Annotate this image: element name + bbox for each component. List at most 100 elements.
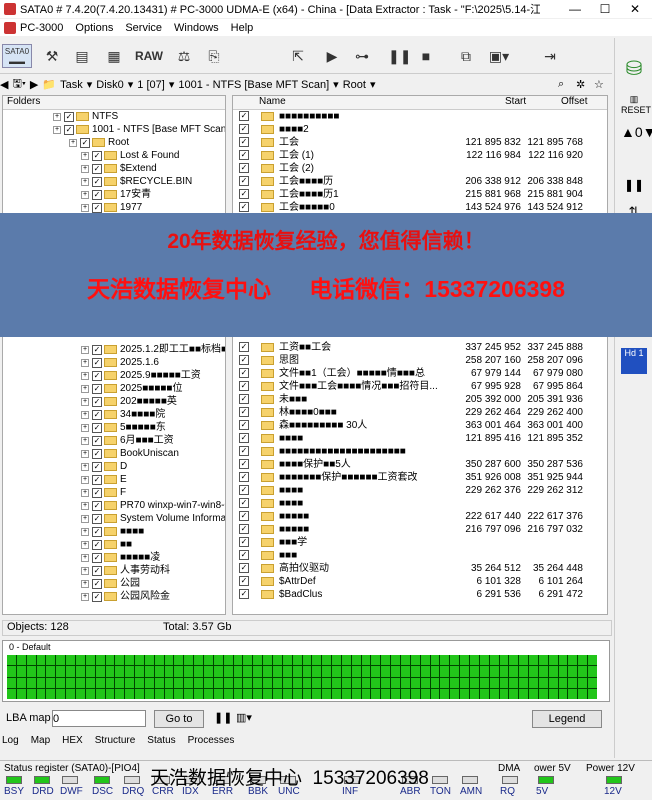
file-row[interactable]: ✓ 未■■■ 205 392 000 205 391 936 (233, 393, 607, 406)
expand-icon[interactable]: + (81, 514, 89, 523)
checkbox[interactable]: ✓ (239, 550, 249, 560)
expand-icon[interactable]: + (53, 125, 61, 134)
disk-stack-icon[interactable]: ⛁ (621, 56, 647, 86)
expand-icon[interactable]: + (81, 177, 89, 186)
checkbox[interactable]: ✓ (92, 357, 102, 368)
expand-icon[interactable]: + (81, 410, 89, 419)
file-row[interactable]: ✓ ■■■■■■■■■■ (233, 110, 607, 123)
tree-item[interactable]: + ✓ 5■■■■■东 (81, 421, 166, 434)
checkbox[interactable]: ✓ (92, 396, 102, 407)
sata-port-button[interactable]: SATA0 ▬▬ (2, 44, 32, 68)
checkbox[interactable]: ✓ (239, 163, 249, 173)
expand-icon[interactable]: + (81, 345, 89, 354)
crumb-task[interactable]: Task (60, 79, 83, 91)
options-icon[interactable]: ✲ (576, 78, 585, 91)
expand-icon[interactable]: + (81, 475, 89, 484)
file-row[interactable]: ✓ 工资■■工会 337 245 952 337 245 888 (233, 341, 607, 354)
expand-icon[interactable]: + (81, 592, 89, 601)
checkbox[interactable]: ✓ (92, 578, 102, 589)
forward-icon[interactable]: ▶ (30, 78, 38, 91)
script-icon[interactable]: ▤ (70, 44, 94, 68)
checkbox[interactable]: ✓ (92, 202, 102, 213)
image-icon[interactable]: ▣▾ (484, 44, 514, 68)
crumb-part[interactable]: 1 [07] (137, 79, 165, 91)
checkbox[interactable]: ✓ (92, 500, 102, 511)
save-icon[interactable]: 🖫▾ (12, 75, 25, 94)
checkbox[interactable]: ✓ (92, 461, 102, 472)
expand-icon[interactable]: + (81, 203, 89, 212)
checkbox[interactable]: ✓ (92, 344, 102, 355)
checkbox[interactable]: ✓ (92, 526, 102, 537)
tree-item-ntfs[interactable]: + ✓ NTFS (53, 110, 118, 123)
file-row[interactable]: ✓ 思图 258 207 160 258 207 096 (233, 354, 607, 367)
file-row[interactable]: ✓ ■■■■■ 222 617 440 222 617 376 (233, 510, 607, 523)
minimize-button[interactable]: — (560, 0, 590, 18)
tree-item[interactable]: + ✓ 2025■■■■■位 (81, 382, 182, 395)
tree-item[interactable]: + ✓ 公园 (81, 577, 140, 590)
expand-icon[interactable]: + (81, 190, 89, 199)
expand-icon[interactable]: + (81, 566, 89, 575)
expand-icon[interactable]: + (69, 138, 77, 147)
checkbox[interactable]: ✓ (239, 433, 249, 443)
file-row[interactable]: ✓ ■■■■ 121 895 416 121 895 352 (233, 432, 607, 445)
checkbox[interactable]: ✓ (239, 420, 249, 430)
checkbox[interactable]: ✓ (239, 407, 249, 417)
expand-icon[interactable]: + (81, 579, 89, 588)
file-row[interactable]: ✓ ■■■■保护■■5人 350 287 600 350 287 536 (233, 458, 607, 471)
tree-item-root[interactable]: + ✓ Root (69, 136, 129, 149)
checkbox[interactable]: ✓ (239, 342, 249, 352)
legend-button[interactable]: Legend (532, 710, 602, 728)
checkbox[interactable]: ✓ (92, 474, 102, 485)
checkbox[interactable]: ✓ (92, 383, 102, 394)
checkbox[interactable]: ✓ (239, 459, 249, 469)
tree-item[interactable]: + ✓ ■■■■ (81, 525, 144, 538)
checkbox[interactable]: ✓ (239, 446, 249, 456)
expand-icon[interactable]: + (53, 112, 61, 121)
map-mode-icon[interactable]: ▥▾ (236, 711, 252, 724)
checkbox[interactable]: ✓ (92, 487, 102, 498)
pause-side-icon[interactable]: ❚❚ (621, 178, 647, 192)
tree-item[interactable]: + ✓ 34■■■■院 (81, 408, 165, 421)
file-row[interactable]: ✓ 文件■■1（工会）■■■■■情■■■总 67 979 144 67 979 080 (233, 367, 607, 380)
tab-processes[interactable]: Processes (188, 735, 235, 749)
lba-input[interactable] (52, 710, 146, 727)
reset-icon[interactable]: ▥ RESET (621, 94, 651, 115)
file-row[interactable]: ✓ $AttrDef 6 101 328 6 101 264 (233, 575, 607, 588)
hd-icon[interactable]: Hd 1 (621, 348, 647, 374)
menu-service[interactable]: Service (125, 22, 162, 34)
expand-icon[interactable]: + (81, 384, 89, 393)
checkbox[interactable]: ✓ (92, 150, 102, 161)
expand-icon[interactable]: + (81, 540, 89, 549)
checkbox[interactable]: ✓ (92, 189, 102, 200)
expand-icon[interactable]: + (81, 164, 89, 173)
file-row[interactable]: ✓ 工会 121 895 832 121 895 768 (233, 136, 607, 149)
tree-item[interactable]: + ✓ D (81, 460, 127, 473)
expand-icon[interactable]: + (81, 462, 89, 471)
file-row[interactable]: ✓ ■■■■■ 216 797 096 216 797 032 (233, 523, 607, 536)
checkbox[interactable]: ✓ (239, 381, 249, 391)
checkbox[interactable]: ✓ (239, 111, 249, 121)
play-icon[interactable]: ▶ (322, 44, 342, 68)
checkbox[interactable]: ✓ (92, 435, 102, 446)
checkbox[interactable]: ✓ (239, 394, 249, 404)
file-row[interactable]: ✓ ■■■学 (233, 536, 607, 549)
expand-icon[interactable]: + (81, 423, 89, 432)
open-task-icon[interactable]: ⇱ (286, 44, 310, 68)
crumb-root[interactable]: Root (343, 79, 366, 91)
checkbox[interactable]: ✓ (92, 591, 102, 602)
back-icon[interactable]: ◀ (0, 78, 8, 91)
checkbox[interactable]: ✓ (239, 485, 249, 495)
tree-item[interactable]: + ✓ 17安青 (81, 188, 151, 201)
file-row[interactable]: ✓ ■■■■ (233, 497, 607, 510)
checkbox[interactable]: ✓ (64, 111, 74, 122)
stop-icon[interactable]: ■ (416, 44, 436, 68)
folder-tree[interactable]: Folders + ✓ NTFS + ✓ 1001 - NTFS [Base MFT Sc… (2, 95, 226, 615)
col-offset[interactable]: Offset (561, 96, 588, 107)
export-icon[interactable]: ⎘ (202, 44, 226, 68)
file-row[interactable]: ✓ ■■■■ 229 262 376 229 262 312 (233, 484, 607, 497)
tab-hex[interactable]: HEX (62, 735, 83, 749)
tree-item-volume[interactable]: + ✓ 1001 - NTFS [Base MFT Scan] (53, 123, 225, 136)
checkbox[interactable]: ✓ (92, 176, 102, 187)
tree-item[interactable]: + ✓ 公园风险金 (81, 590, 170, 603)
pause-map-icon[interactable]: ❚❚ (214, 711, 232, 724)
